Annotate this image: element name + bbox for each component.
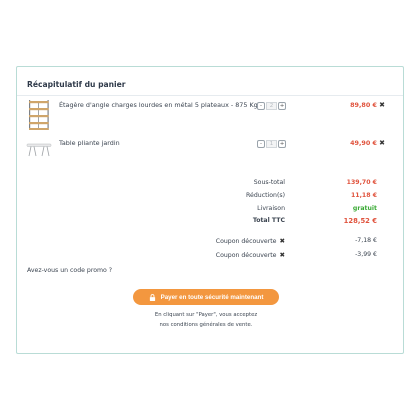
cart-summary-panel: Récapitulatif du panier Étagère d'angle … bbox=[16, 66, 404, 354]
legal-line: En cliquant sur "Payer", vous acceptez bbox=[154, 312, 258, 318]
coupon-row: Coupon découverte ✖ -7,18 € bbox=[17, 237, 403, 249]
promo-code-link[interactable]: Avez-vous un code promo ? bbox=[27, 267, 112, 274]
table-product-thumbnail bbox=[26, 143, 52, 157]
cart-item: Étagère d'angle charges lourdes en métal… bbox=[17, 97, 403, 133]
close-icon[interactable]: ✖ bbox=[379, 101, 385, 109]
pay-button[interactable]: Payer en toute sécurité maintenant bbox=[133, 289, 279, 305]
item-name: Étagère d'angle charges lourdes en métal… bbox=[59, 101, 258, 109]
shipping-label: Livraison bbox=[257, 205, 285, 212]
panel-title: Récapitulatif du panier bbox=[27, 80, 126, 89]
discount-row: Réduction(s) 11,18 € bbox=[17, 192, 403, 204]
discount-value: 11,18 € bbox=[350, 192, 377, 199]
cart-item: Table pliante jardin - 1 + 49,90 € ✖ bbox=[17, 135, 403, 171]
total-value: 128,52 € bbox=[343, 217, 377, 225]
shipping-value: gratuit bbox=[352, 205, 377, 212]
total-label: Total TTC bbox=[252, 217, 285, 224]
subtotal-value: 139,70 € bbox=[346, 179, 377, 186]
item-price: 89,80 € bbox=[350, 101, 377, 109]
pay-button-label: Payer en toute sécurité maintenant bbox=[160, 293, 264, 301]
increment-button[interactable]: + bbox=[278, 140, 286, 148]
subtotal-label: Sous-total bbox=[253, 179, 285, 186]
decrement-button[interactable]: - bbox=[257, 102, 265, 110]
shipping-row: Livraison gratuit bbox=[17, 205, 403, 217]
coupon-value: -7,18 € bbox=[355, 237, 377, 244]
item-price: 49,90 € bbox=[350, 139, 377, 147]
subtotal-row: Sous-total 139,70 € bbox=[17, 179, 403, 191]
divider bbox=[17, 95, 403, 96]
coupon-name: Coupon découverte bbox=[215, 238, 277, 245]
coupon-label: Coupon découverte ✖ bbox=[216, 251, 285, 259]
shelf-product-thumbnail bbox=[29, 100, 49, 130]
close-icon[interactable]: ✖ bbox=[279, 237, 285, 245]
legal-notice: En cliquant sur "Payer", vous acceptez n… bbox=[135, 311, 277, 330]
coupon-value: -3,99 € bbox=[355, 251, 377, 258]
decrement-button[interactable]: - bbox=[257, 140, 265, 148]
coupon-name: Coupon découverte bbox=[215, 252, 277, 259]
quantity-stepper: - 1 + bbox=[257, 139, 286, 149]
quantity-stepper: - 2 + bbox=[257, 101, 286, 111]
coupon-row: Coupon découverte ✖ -3,99 € bbox=[17, 251, 403, 263]
discount-label: Réduction(s) bbox=[246, 192, 285, 199]
item-name: Table pliante jardin bbox=[59, 139, 120, 147]
close-icon[interactable]: ✖ bbox=[379, 139, 385, 147]
total-row: Total TTC 128,52 € bbox=[17, 217, 403, 229]
lock-icon bbox=[149, 293, 155, 301]
coupon-label: Coupon découverte ✖ bbox=[216, 237, 285, 245]
quantity-input[interactable]: 1 bbox=[266, 140, 277, 148]
increment-button[interactable]: + bbox=[278, 102, 286, 110]
legal-line[interactable]: nos conditions générales de vente. bbox=[135, 321, 277, 331]
quantity-input[interactable]: 2 bbox=[266, 102, 277, 110]
close-icon[interactable]: ✖ bbox=[279, 251, 285, 259]
